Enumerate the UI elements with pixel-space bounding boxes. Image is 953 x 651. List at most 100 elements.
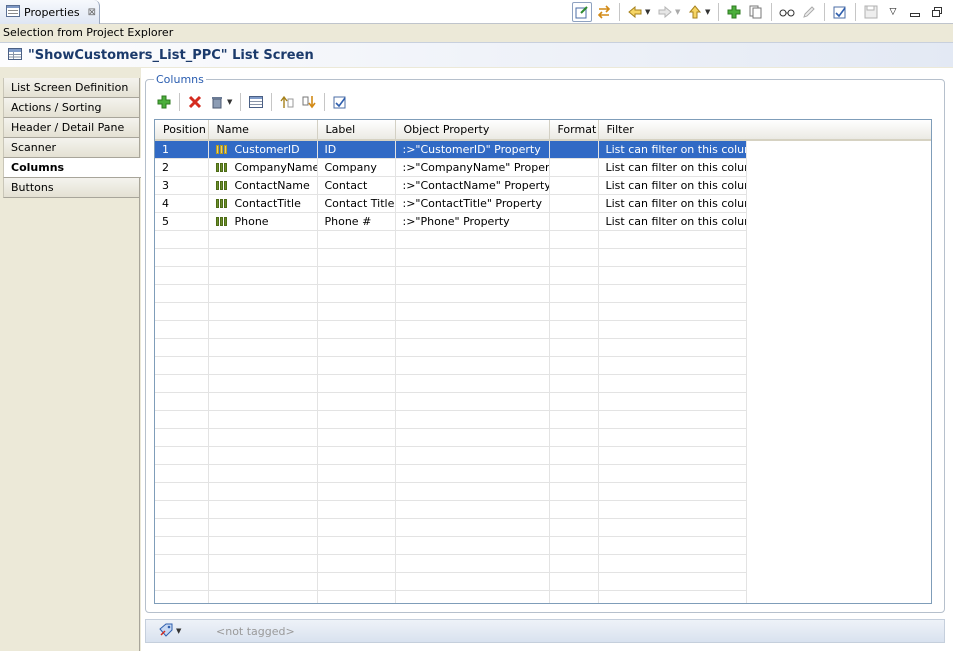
up-icon[interactable]: [685, 2, 705, 22]
chevron-down-icon[interactable]: ▼: [675, 8, 683, 16]
add-column-button[interactable]: [154, 92, 174, 112]
empty-cell: [208, 428, 318, 447]
empty-cell: [598, 554, 747, 573]
add-icon[interactable]: [724, 2, 744, 22]
empty-row: [155, 374, 747, 393]
cell-object-property[interactable]: :>"Phone" Property: [395, 212, 550, 231]
empty-cell: [395, 338, 550, 357]
cell-label[interactable]: Contact: [317, 176, 396, 195]
close-icon[interactable]: ⊠: [88, 7, 96, 18]
column-header-format[interactable]: Format: [549, 120, 599, 141]
cell-format[interactable]: [549, 140, 599, 159]
glasses-icon[interactable]: [777, 2, 797, 22]
tab-properties[interactable]: Properties ⊠: [0, 0, 100, 24]
empty-cell: [208, 500, 318, 519]
sidebar-item-scanner[interactable]: Scanner: [3, 138, 139, 158]
selection-source-label: Selection from Project Explorer: [3, 26, 174, 39]
cell-format[interactable]: [549, 194, 599, 213]
cell-name-text: ContactName: [234, 178, 310, 192]
maximize-icon[interactable]: [927, 2, 947, 22]
chevron-down-icon[interactable]: ▼: [645, 8, 653, 16]
cell-position[interactable]: 1: [155, 140, 209, 159]
cell-label[interactable]: Company: [317, 158, 396, 177]
cell-format[interactable]: [549, 176, 599, 195]
chevron-down-icon[interactable]: ▼: [176, 627, 184, 635]
cell-filter[interactable]: List can filter on this column: [598, 140, 747, 159]
pin-icon[interactable]: [572, 2, 592, 22]
columns-table[interactable]: Position Name Label Object Property Form…: [154, 119, 932, 604]
move-down-button[interactable]: [299, 92, 319, 112]
pencil-icon[interactable]: [799, 2, 819, 22]
table-row[interactable]: 4 ContactTitle Contact Title :>"ContactT…: [155, 194, 747, 213]
toolbar-separator: [179, 93, 180, 111]
trash-button[interactable]: [207, 92, 227, 112]
empty-row: [155, 500, 747, 519]
chevron-down-icon[interactable]: ▼: [227, 98, 235, 106]
column-header-label[interactable]: Label: [317, 120, 396, 141]
cell-position[interactable]: 5: [155, 212, 209, 231]
minimize-icon[interactable]: [905, 2, 925, 22]
cell-label[interactable]: ID: [317, 140, 396, 159]
cell-position[interactable]: 3: [155, 176, 209, 195]
cell-label[interactable]: Phone #: [317, 212, 396, 231]
cell-object-property[interactable]: :>"ContactName" Property: [395, 176, 550, 195]
cell-format[interactable]: [549, 158, 599, 177]
move-up-button[interactable]: [277, 92, 297, 112]
column-icon: [215, 162, 230, 172]
empty-cell: [317, 356, 396, 375]
empty-cell: [317, 590, 396, 603]
empty-cell: [208, 464, 318, 483]
cell-label[interactable]: Contact Title: [317, 194, 396, 213]
table-row[interactable]: 5 Phone Phone # :>"Phone" Property List …: [155, 212, 747, 231]
table-layout-button[interactable]: [246, 92, 266, 112]
sidebar-item-header-detail-pane[interactable]: Header / Detail Pane: [3, 118, 139, 138]
back-icon[interactable]: [625, 2, 645, 22]
sidebar-item-list-screen-definition[interactable]: List Screen Definition: [3, 78, 139, 98]
empty-cell: [549, 374, 599, 393]
empty-cell: [208, 446, 318, 465]
sidebar-item-columns[interactable]: Columns: [3, 158, 141, 178]
link-with-editor-icon[interactable]: [594, 2, 614, 22]
column-header-position[interactable]: Position: [155, 120, 209, 141]
cell-name[interactable]: ContactName: [208, 176, 318, 195]
tag-icon[interactable]: [158, 623, 174, 640]
cell-name[interactable]: CustomerID: [208, 140, 318, 159]
empty-row: [155, 230, 747, 249]
cell-format[interactable]: [549, 212, 599, 231]
cell-name[interactable]: ContactTitle: [208, 194, 318, 213]
empty-cell: [317, 518, 396, 537]
toolbar-separator: [240, 93, 241, 111]
copy-icon[interactable]: [746, 2, 766, 22]
validate-icon[interactable]: [830, 2, 850, 22]
sidebar-item-buttons[interactable]: Buttons: [3, 178, 139, 198]
empty-row: [155, 572, 747, 591]
empty-cell: [155, 446, 209, 465]
table-row[interactable]: 3 ContactName Contact :>"ContactName" Pr…: [155, 176, 747, 195]
column-header-name[interactable]: Name: [208, 120, 318, 141]
cell-object-property[interactable]: :>"CustomerID" Property: [395, 140, 550, 159]
cell-filter[interactable]: List can filter on this column: [598, 176, 747, 195]
cell-object-property[interactable]: :>"ContactTitle" Property: [395, 194, 550, 213]
save-icon[interactable]: [861, 2, 881, 22]
table-row[interactable]: 1 CustomerID ID :>"CustomerID" Property …: [155, 140, 747, 159]
column-header-object-property[interactable]: Object Property: [395, 120, 550, 141]
cell-name[interactable]: CompanyName: [208, 158, 318, 177]
cell-filter[interactable]: List can filter on this column: [598, 194, 747, 213]
cell-filter[interactable]: List can filter on this column: [598, 212, 747, 231]
chevron-down-icon[interactable]: ▼: [705, 8, 713, 16]
empty-cell: [549, 590, 599, 603]
table-row[interactable]: 2 CompanyName Company :>"CompanyName" Pr…: [155, 158, 747, 177]
empty-cell: [549, 356, 599, 375]
cell-position[interactable]: 2: [155, 158, 209, 177]
forward-icon[interactable]: [655, 2, 675, 22]
column-header-filter[interactable]: Filter: [598, 120, 747, 141]
cell-name[interactable]: Phone: [208, 212, 318, 231]
validate-button[interactable]: [330, 92, 350, 112]
cell-position[interactable]: 4: [155, 194, 209, 213]
sidebar-item-actions-sorting[interactable]: Actions / Sorting: [3, 98, 139, 118]
toolbar-separator: [771, 3, 772, 21]
cell-filter[interactable]: List can filter on this column: [598, 158, 747, 177]
remove-column-button[interactable]: [185, 92, 205, 112]
view-menu-icon[interactable]: ▽: [883, 2, 903, 22]
cell-object-property[interactable]: :>"CompanyName" Property: [395, 158, 550, 177]
